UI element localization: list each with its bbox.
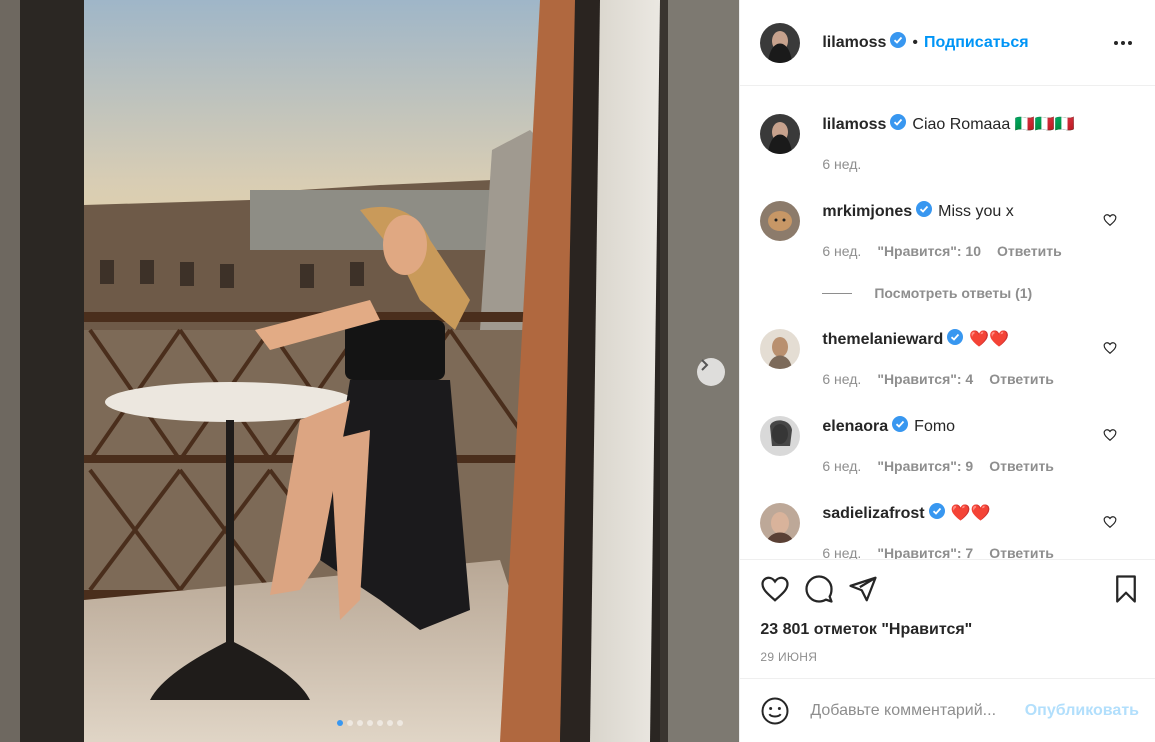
caption-username[interactable]: lilamoss bbox=[822, 116, 886, 133]
comment-username[interactable]: themelanieward bbox=[822, 331, 943, 348]
save-button[interactable] bbox=[1111, 574, 1141, 604]
chevron-right-icon bbox=[701, 359, 709, 371]
commenter-avatar-image bbox=[760, 503, 801, 543]
post-photo[interactable] bbox=[0, 0, 740, 742]
emoji-button[interactable] bbox=[760, 696, 790, 726]
verified-badge-icon bbox=[892, 416, 909, 438]
carousel-dot bbox=[397, 720, 403, 726]
comment-username[interactable]: elenaora bbox=[822, 418, 888, 435]
smiley-icon bbox=[761, 697, 789, 724]
verified-badge-icon bbox=[916, 201, 933, 223]
verified-badge-icon bbox=[890, 114, 907, 136]
avatar[interactable] bbox=[760, 329, 801, 369]
photo-illustration bbox=[0, 0, 740, 742]
more-options-button[interactable] bbox=[1111, 31, 1135, 55]
comment-age[interactable]: 6 нед. bbox=[822, 545, 861, 559]
comment-text: Miss you x bbox=[938, 203, 1014, 221]
verified-badge-icon bbox=[947, 329, 964, 351]
comment-likes[interactable]: "Нравится": 9 bbox=[877, 458, 973, 474]
post-date[interactable]: 29 ИЮНЯ bbox=[740, 643, 1155, 671]
commenter-avatar-image bbox=[760, 201, 801, 241]
carousel-dot bbox=[357, 720, 363, 726]
comment-likes[interactable]: "Нравится": 7 bbox=[877, 545, 973, 559]
commenter-avatar-image bbox=[760, 416, 801, 456]
comment-likes[interactable]: "Нравится": 10 bbox=[877, 243, 981, 259]
comment-age[interactable]: 6 нед. bbox=[822, 371, 861, 387]
carousel-dot bbox=[347, 720, 353, 726]
next-photo-button[interactable] bbox=[697, 358, 725, 386]
like-button[interactable] bbox=[760, 574, 790, 604]
author-avatar-image bbox=[760, 114, 801, 154]
avatar[interactable] bbox=[760, 416, 801, 456]
author-avatar-image bbox=[760, 22, 801, 63]
verified-badge-icon bbox=[890, 32, 907, 53]
author-username[interactable]: lilamoss bbox=[822, 34, 886, 52]
divider bbox=[822, 292, 853, 294]
comment-text: Fomo bbox=[914, 418, 956, 436]
carousel-dot bbox=[337, 720, 343, 726]
caption-age[interactable]: 6 нед. bbox=[822, 156, 861, 172]
comments-list[interactable]: lilamoss Ciao Romaaa 🇮🇹🇮🇹🇮🇹 6 нед. mrkimj… bbox=[740, 86, 1155, 559]
view-replies-label: Посмотреть ответы (1) bbox=[874, 285, 1033, 301]
reply-button[interactable]: Ответить bbox=[989, 371, 1054, 387]
reply-button[interactable]: Ответить bbox=[989, 458, 1054, 474]
comment-age[interactable]: 6 нед. bbox=[822, 458, 861, 474]
comment-like-heart-icon[interactable] bbox=[1103, 341, 1117, 360]
view-replies-button[interactable]: Посмотреть ответы (1) bbox=[822, 285, 1032, 301]
carousel-dot bbox=[377, 720, 383, 726]
post-modal: lilamoss • Подписаться lilamossCiao Rom bbox=[0, 0, 1155, 742]
comment-username[interactable]: mrkimjones bbox=[822, 203, 912, 220]
avatar[interactable] bbox=[760, 22, 801, 63]
caption-text: Ciao Romaaa 🇮🇹🇮🇹🇮🇹 bbox=[912, 116, 1075, 134]
publish-button[interactable]: Опубликовать bbox=[1025, 702, 1139, 720]
comment-age[interactable]: 6 нед. bbox=[822, 243, 861, 259]
comment-button[interactable] bbox=[804, 574, 834, 604]
follow-button[interactable]: Подписаться bbox=[924, 34, 1029, 52]
post-header: lilamoss • Подписаться bbox=[740, 0, 1155, 86]
comment-like-heart-icon[interactable] bbox=[1103, 213, 1117, 232]
comment-input[interactable] bbox=[808, 700, 1025, 721]
add-comment-bar: Опубликовать bbox=[740, 678, 1155, 742]
separator: • bbox=[912, 33, 918, 51]
verified-badge-icon bbox=[928, 503, 945, 525]
comment-likes[interactable]: "Нравится": 4 bbox=[877, 371, 973, 387]
share-button[interactable] bbox=[848, 574, 878, 604]
avatar[interactable] bbox=[760, 503, 801, 543]
paper-plane-icon bbox=[849, 576, 877, 601]
commenter-avatar-image bbox=[760, 329, 801, 369]
avatar[interactable] bbox=[760, 201, 801, 241]
more-horizontal-icon bbox=[1114, 40, 1132, 45]
bookmark-icon bbox=[1116, 574, 1136, 603]
likes-count[interactable]: 23 801 отметок "Нравится" bbox=[740, 617, 1155, 643]
heart-icon bbox=[761, 576, 789, 602]
carousel-dot bbox=[367, 720, 373, 726]
reply-button[interactable]: Ответить bbox=[997, 243, 1062, 259]
comment-text: ❤️❤️ bbox=[969, 331, 1010, 349]
comment-text: ❤️❤️ bbox=[950, 505, 991, 523]
post-actions bbox=[740, 559, 1155, 617]
carousel-dot bbox=[387, 720, 393, 726]
post-side-panel: lilamoss • Подписаться lilamossCiao Rom bbox=[739, 0, 1155, 742]
comment-like-heart-icon[interactable] bbox=[1103, 428, 1117, 447]
avatar[interactable] bbox=[760, 114, 801, 154]
comment-like-heart-icon[interactable] bbox=[1103, 515, 1117, 534]
comment-username[interactable]: sadielizafrost bbox=[822, 505, 924, 522]
carousel-indicator bbox=[0, 720, 739, 726]
reply-button[interactable]: Ответить bbox=[989, 545, 1054, 559]
comment-bubble-icon bbox=[805, 574, 833, 603]
